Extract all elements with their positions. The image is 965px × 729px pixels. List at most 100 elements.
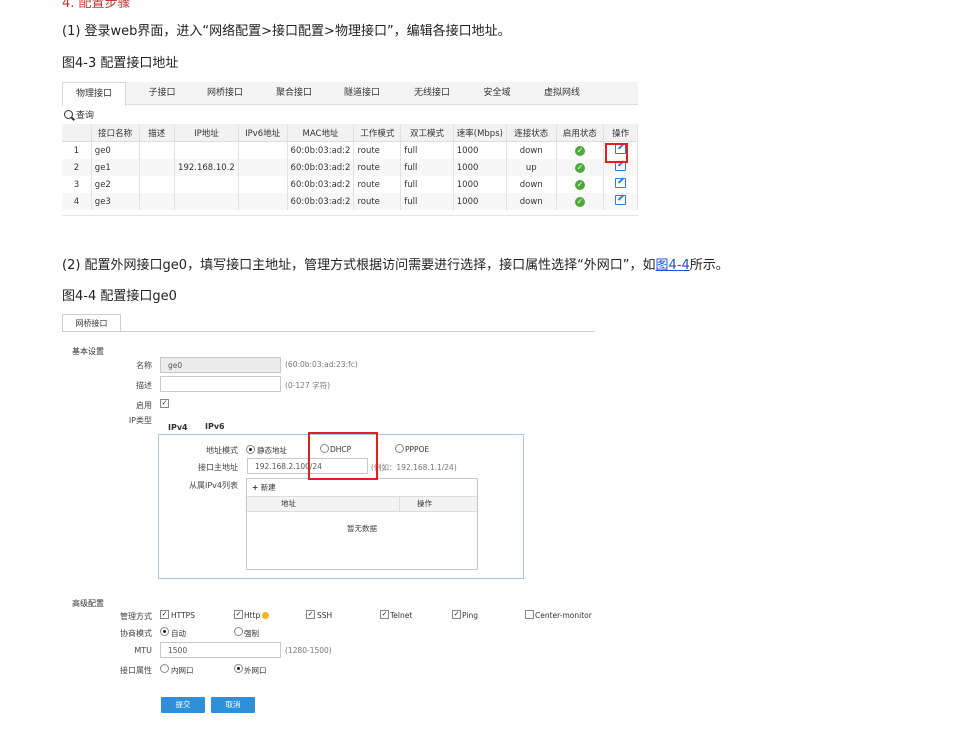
row-ip: 192.168.10.2 — [174, 159, 239, 176]
mtu-field[interactable]: 1500 — [160, 642, 281, 658]
negotiation-label: 协商模式 — [120, 629, 152, 638]
figure-4-3: 物理接口 子接口 网桥接口 聚合接口 隧道接口 无线接口 安全域 虚拟网线 查询… — [62, 82, 638, 216]
enable-checkbox[interactable]: ✓ — [160, 399, 169, 408]
tab-physical-interface[interactable]: 物理接口 — [62, 82, 126, 106]
check-circle-icon: ✓ — [574, 145, 585, 156]
https-option: HTTPS — [171, 611, 195, 620]
pppoe-option: PPPOE — [405, 445, 430, 454]
address-mode-label: 地址模式 — [206, 446, 238, 455]
enable-label: 启用 — [136, 401, 152, 410]
auto-radio[interactable] — [160, 627, 169, 636]
description-field[interactable] — [160, 376, 281, 392]
https-checkbox[interactable]: ✓ — [160, 610, 169, 619]
row-mac: 60:0b:03:ad:2 — [287, 159, 355, 176]
row-link: up — [506, 159, 557, 176]
row-duplex: full — [400, 141, 454, 159]
force-radio[interactable] — [234, 627, 243, 636]
highlight-box-dhcp — [308, 432, 378, 480]
row-action — [603, 193, 638, 210]
new-label: 新建 — [260, 483, 276, 492]
check-circle-icon: ✓ — [574, 196, 585, 207]
row-speed: 1000 — [453, 193, 507, 210]
row-mac: 60:0b:03:ad:2 — [287, 176, 355, 193]
tab-ipv6[interactable]: IPv6 — [205, 422, 225, 431]
tab-bridge-interface[interactable]: 网桥接口 — [62, 314, 121, 332]
tab-bridge-interface[interactable]: 网桥接口 — [197, 82, 253, 104]
ssh-checkbox[interactable]: ✓ — [306, 610, 315, 619]
pppoe-radio[interactable] — [395, 444, 404, 453]
row-speed: 1000 — [453, 176, 507, 193]
edit-icon[interactable] — [615, 195, 627, 205]
name-field[interactable]: ge0 — [160, 357, 281, 373]
submit-button[interactable]: 提交 — [161, 697, 205, 713]
telnet-option: Telnet — [390, 611, 413, 620]
row-enabled: ✓ — [556, 141, 605, 159]
info-icon — [262, 612, 269, 619]
row-desc — [139, 159, 176, 176]
row-ip — [174, 176, 239, 193]
highlight-box-edit — [605, 143, 628, 163]
tab-ipv4[interactable]: IPv4 — [168, 423, 188, 432]
row-mode: route — [353, 141, 402, 159]
row-link: down — [506, 176, 557, 193]
col-header-link: 连接状态 — [506, 124, 557, 142]
row-link: down — [506, 193, 557, 210]
col-header-name: 接口名称 — [91, 124, 140, 142]
step-2-text: (2) 配置外网接口ge0，填写接口主地址，管理方式根据访问需要进行选择，接口属… — [62, 254, 729, 273]
edit-icon[interactable] — [615, 178, 627, 188]
tab-tunnel-interface[interactable]: 隧道接口 — [334, 82, 390, 104]
slave-ipv4-table: + 新建 地址 操作 暂无数据 — [246, 478, 478, 570]
row-index: 4 — [62, 193, 92, 210]
static-address-radio[interactable] — [246, 445, 255, 454]
http-checkbox[interactable]: ✓ — [234, 610, 243, 619]
telnet-checkbox[interactable]: ✓ — [380, 610, 389, 619]
table-row: 4 ge3 60:0b:03:ad:2 route full 1000 down… — [62, 193, 638, 210]
row-duplex: full — [400, 159, 454, 176]
row-name: ge1 — [91, 159, 140, 176]
mtu-label: MTU — [134, 646, 152, 655]
col-header-ip: IP地址 — [174, 124, 239, 142]
tab-security-zone[interactable]: 安全域 — [472, 82, 522, 104]
tab-aggregate-interface[interactable]: 聚合接口 — [266, 82, 322, 104]
empty-state-text: 暂无数据 — [347, 524, 377, 533]
internal-port-option: 内网口 — [171, 666, 194, 675]
col-header-speed: 速率(Mbps) — [453, 124, 507, 142]
row-enabled: ✓ — [556, 193, 605, 210]
new-button[interactable]: + 新建 — [247, 479, 477, 497]
row-desc — [139, 193, 176, 210]
slave-table-header: 地址 操作 — [247, 497, 477, 512]
row-mode: route — [353, 176, 402, 193]
cancel-button[interactable]: 取消 — [211, 697, 255, 713]
description-label: 描述 — [136, 381, 152, 390]
row-mac: 60:0b:03:ad:2 — [287, 141, 355, 159]
col-header-mac: MAC地址 — [287, 124, 355, 142]
row-ipv6 — [238, 159, 288, 176]
tab-wireless-interface[interactable]: 无线接口 — [404, 82, 460, 104]
query-label: 查询 — [76, 111, 95, 121]
col-header-enabled: 启用状态 — [556, 124, 605, 142]
ping-checkbox[interactable]: ✓ — [452, 610, 461, 619]
center-monitor-checkbox[interactable] — [525, 610, 534, 619]
table-header-row: 接口名称 描述 IP地址 IPv6地址 MAC地址 工作模式 双工模式 速率(M… — [62, 124, 638, 142]
row-enabled: ✓ — [556, 176, 605, 193]
query-button[interactable]: 查询 — [64, 108, 94, 121]
figure-4-4-link[interactable]: 图4-4 — [656, 258, 690, 273]
tab-virtual-wire[interactable]: 虚拟网线 — [534, 82, 590, 104]
primary-address-label: 接口主地址 — [198, 463, 238, 472]
row-ipv6 — [238, 176, 288, 193]
advanced-settings-title: 高级配置 — [72, 599, 104, 608]
interface-table: 接口名称 描述 IP地址 IPv6地址 MAC地址 工作模式 双工模式 速率(M… — [62, 124, 638, 210]
name-hint: (60:0b:03:ad:23:fc) — [285, 360, 358, 369]
col-header-operation: 操作 — [417, 499, 432, 508]
ip-type-label: IP类型 — [128, 416, 152, 425]
internal-port-radio[interactable] — [160, 664, 169, 673]
tab-divider — [62, 331, 595, 332]
table-row: 1 ge0 60:0b:03:ad:2 route full 1000 down… — [62, 141, 638, 159]
external-port-radio[interactable] — [234, 664, 243, 673]
tab-sub-interface[interactable]: 子接口 — [137, 82, 187, 104]
row-enabled: ✓ — [556, 159, 605, 176]
step-1-text: (1) 登录web界面，进入“网络配置>接口配置>物理接口”，编辑各接口地址。 — [62, 24, 511, 39]
row-mode: route — [353, 159, 402, 176]
http-option: Http — [244, 611, 261, 620]
step-2-prefix: (2) 配置外网接口ge0，填写接口主地址，管理方式根据访问需要进行选择，接口属… — [62, 258, 656, 273]
